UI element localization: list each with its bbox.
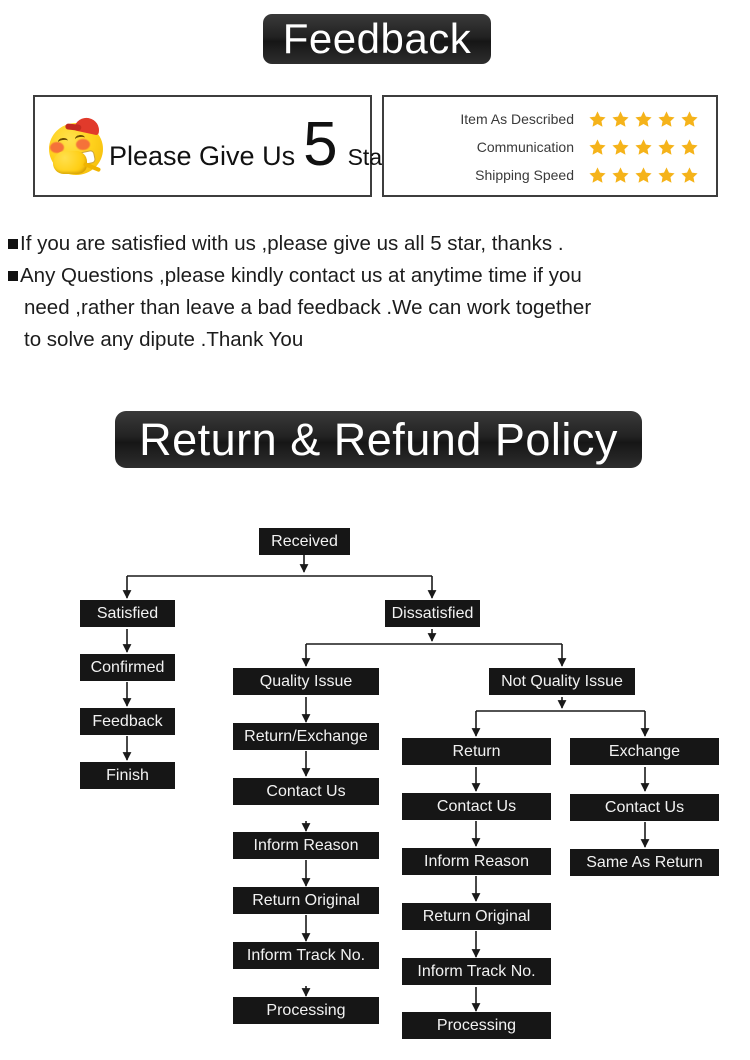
star-icon xyxy=(658,110,675,127)
star-icon xyxy=(589,110,606,127)
flow-node-not-quality-issue[interactable]: Not Quality Issue xyxy=(489,668,635,695)
give-star-prefix: Please Give Us xyxy=(109,141,296,171)
flow-node-dissatisfied[interactable]: Dissatisfied xyxy=(385,600,480,627)
flow-node-exchange[interactable]: Exchange xyxy=(570,738,719,765)
star-icon xyxy=(681,138,698,155)
give-star-number: 5 xyxy=(303,110,338,179)
note-text: Any Questions ,please kindly contact us … xyxy=(20,264,582,287)
feedback-banner-title: Feedback xyxy=(263,14,491,64)
return-refund-policy-banner-title: Return & Refund Policy xyxy=(115,411,642,468)
flow-node-inform-reason-return[interactable]: Inform Reason xyxy=(402,848,551,875)
flow-node-contact-us-quality[interactable]: Contact Us xyxy=(233,778,379,805)
note-text: to solve any dipute .Thank You xyxy=(24,328,304,351)
flow-node-return[interactable]: Return xyxy=(402,738,551,765)
flow-node-inform-track-quality[interactable]: Inform Track No. xyxy=(233,942,379,969)
star-icon xyxy=(589,166,606,183)
note-line: Any Questions ,please kindly contact us … xyxy=(8,260,742,292)
star-icon xyxy=(681,110,698,127)
star-icon xyxy=(612,110,629,127)
flow-node-return-exchange[interactable]: Return/Exchange xyxy=(233,723,379,750)
flow-node-confirmed[interactable]: Confirmed xyxy=(80,654,175,681)
shy-smiley-emoji xyxy=(45,115,107,177)
star-rating-group xyxy=(588,110,699,129)
star-icon xyxy=(612,166,629,183)
note-text: If you are satisfied with us ,please giv… xyxy=(20,232,564,255)
flow-node-satisfied[interactable]: Satisfied xyxy=(80,600,175,627)
star-icon xyxy=(589,138,606,155)
flow-node-processing-return[interactable]: Processing xyxy=(402,1012,551,1039)
bullet-square-icon xyxy=(8,271,18,281)
flow-node-processing-quality[interactable]: Processing xyxy=(233,997,379,1024)
flow-node-return-original-return[interactable]: Return Original xyxy=(402,903,551,930)
note-text: need ,rather than leave a bad feedback .… xyxy=(24,296,592,319)
rating-row: Communication xyxy=(384,133,706,161)
give-us-5-star-panel: Please Give Us 5 Star xyxy=(33,95,390,197)
star-rating-group xyxy=(588,166,699,185)
rating-row: Shipping Speed xyxy=(384,161,706,189)
flow-node-feedback[interactable]: Feedback xyxy=(80,708,175,735)
flow-node-quality-issue[interactable]: Quality Issue xyxy=(233,668,379,695)
bullet-square-icon xyxy=(8,239,18,249)
note-line: If you are satisfied with us ,please giv… xyxy=(8,228,742,260)
star-icon xyxy=(658,166,675,183)
flow-node-finish[interactable]: Finish xyxy=(80,762,175,789)
flow-node-contact-us-return[interactable]: Contact Us xyxy=(402,793,551,820)
rating-criteria-panel: Item As Described Communication Shipping… xyxy=(382,95,718,197)
give-star-text: Please Give Us 5 Star xyxy=(109,110,390,179)
flow-node-received[interactable]: Received xyxy=(259,528,350,555)
feedback-notes: If you are satisfied with us ,please giv… xyxy=(8,228,742,356)
flow-node-same-as-return[interactable]: Same As Return xyxy=(570,849,719,876)
star-icon xyxy=(635,166,652,183)
rating-label: Shipping Speed xyxy=(475,167,574,183)
rating-row: Item As Described xyxy=(384,105,706,133)
star-icon xyxy=(681,166,698,183)
flow-node-inform-reason-quality[interactable]: Inform Reason xyxy=(233,832,379,859)
star-icon xyxy=(658,138,675,155)
star-icon xyxy=(635,110,652,127)
note-line: need ,rather than leave a bad feedback .… xyxy=(8,292,742,324)
rating-label: Item As Described xyxy=(460,111,574,127)
rating-label: Communication xyxy=(476,139,574,155)
star-rating-group xyxy=(588,138,699,157)
star-icon xyxy=(612,138,629,155)
star-icon xyxy=(635,138,652,155)
flow-node-inform-track-return[interactable]: Inform Track No. xyxy=(402,958,551,985)
note-line: to solve any dipute .Thank You xyxy=(8,324,742,356)
flow-node-contact-us-exchange[interactable]: Contact Us xyxy=(570,794,719,821)
flow-node-return-original-quality[interactable]: Return Original xyxy=(233,887,379,914)
